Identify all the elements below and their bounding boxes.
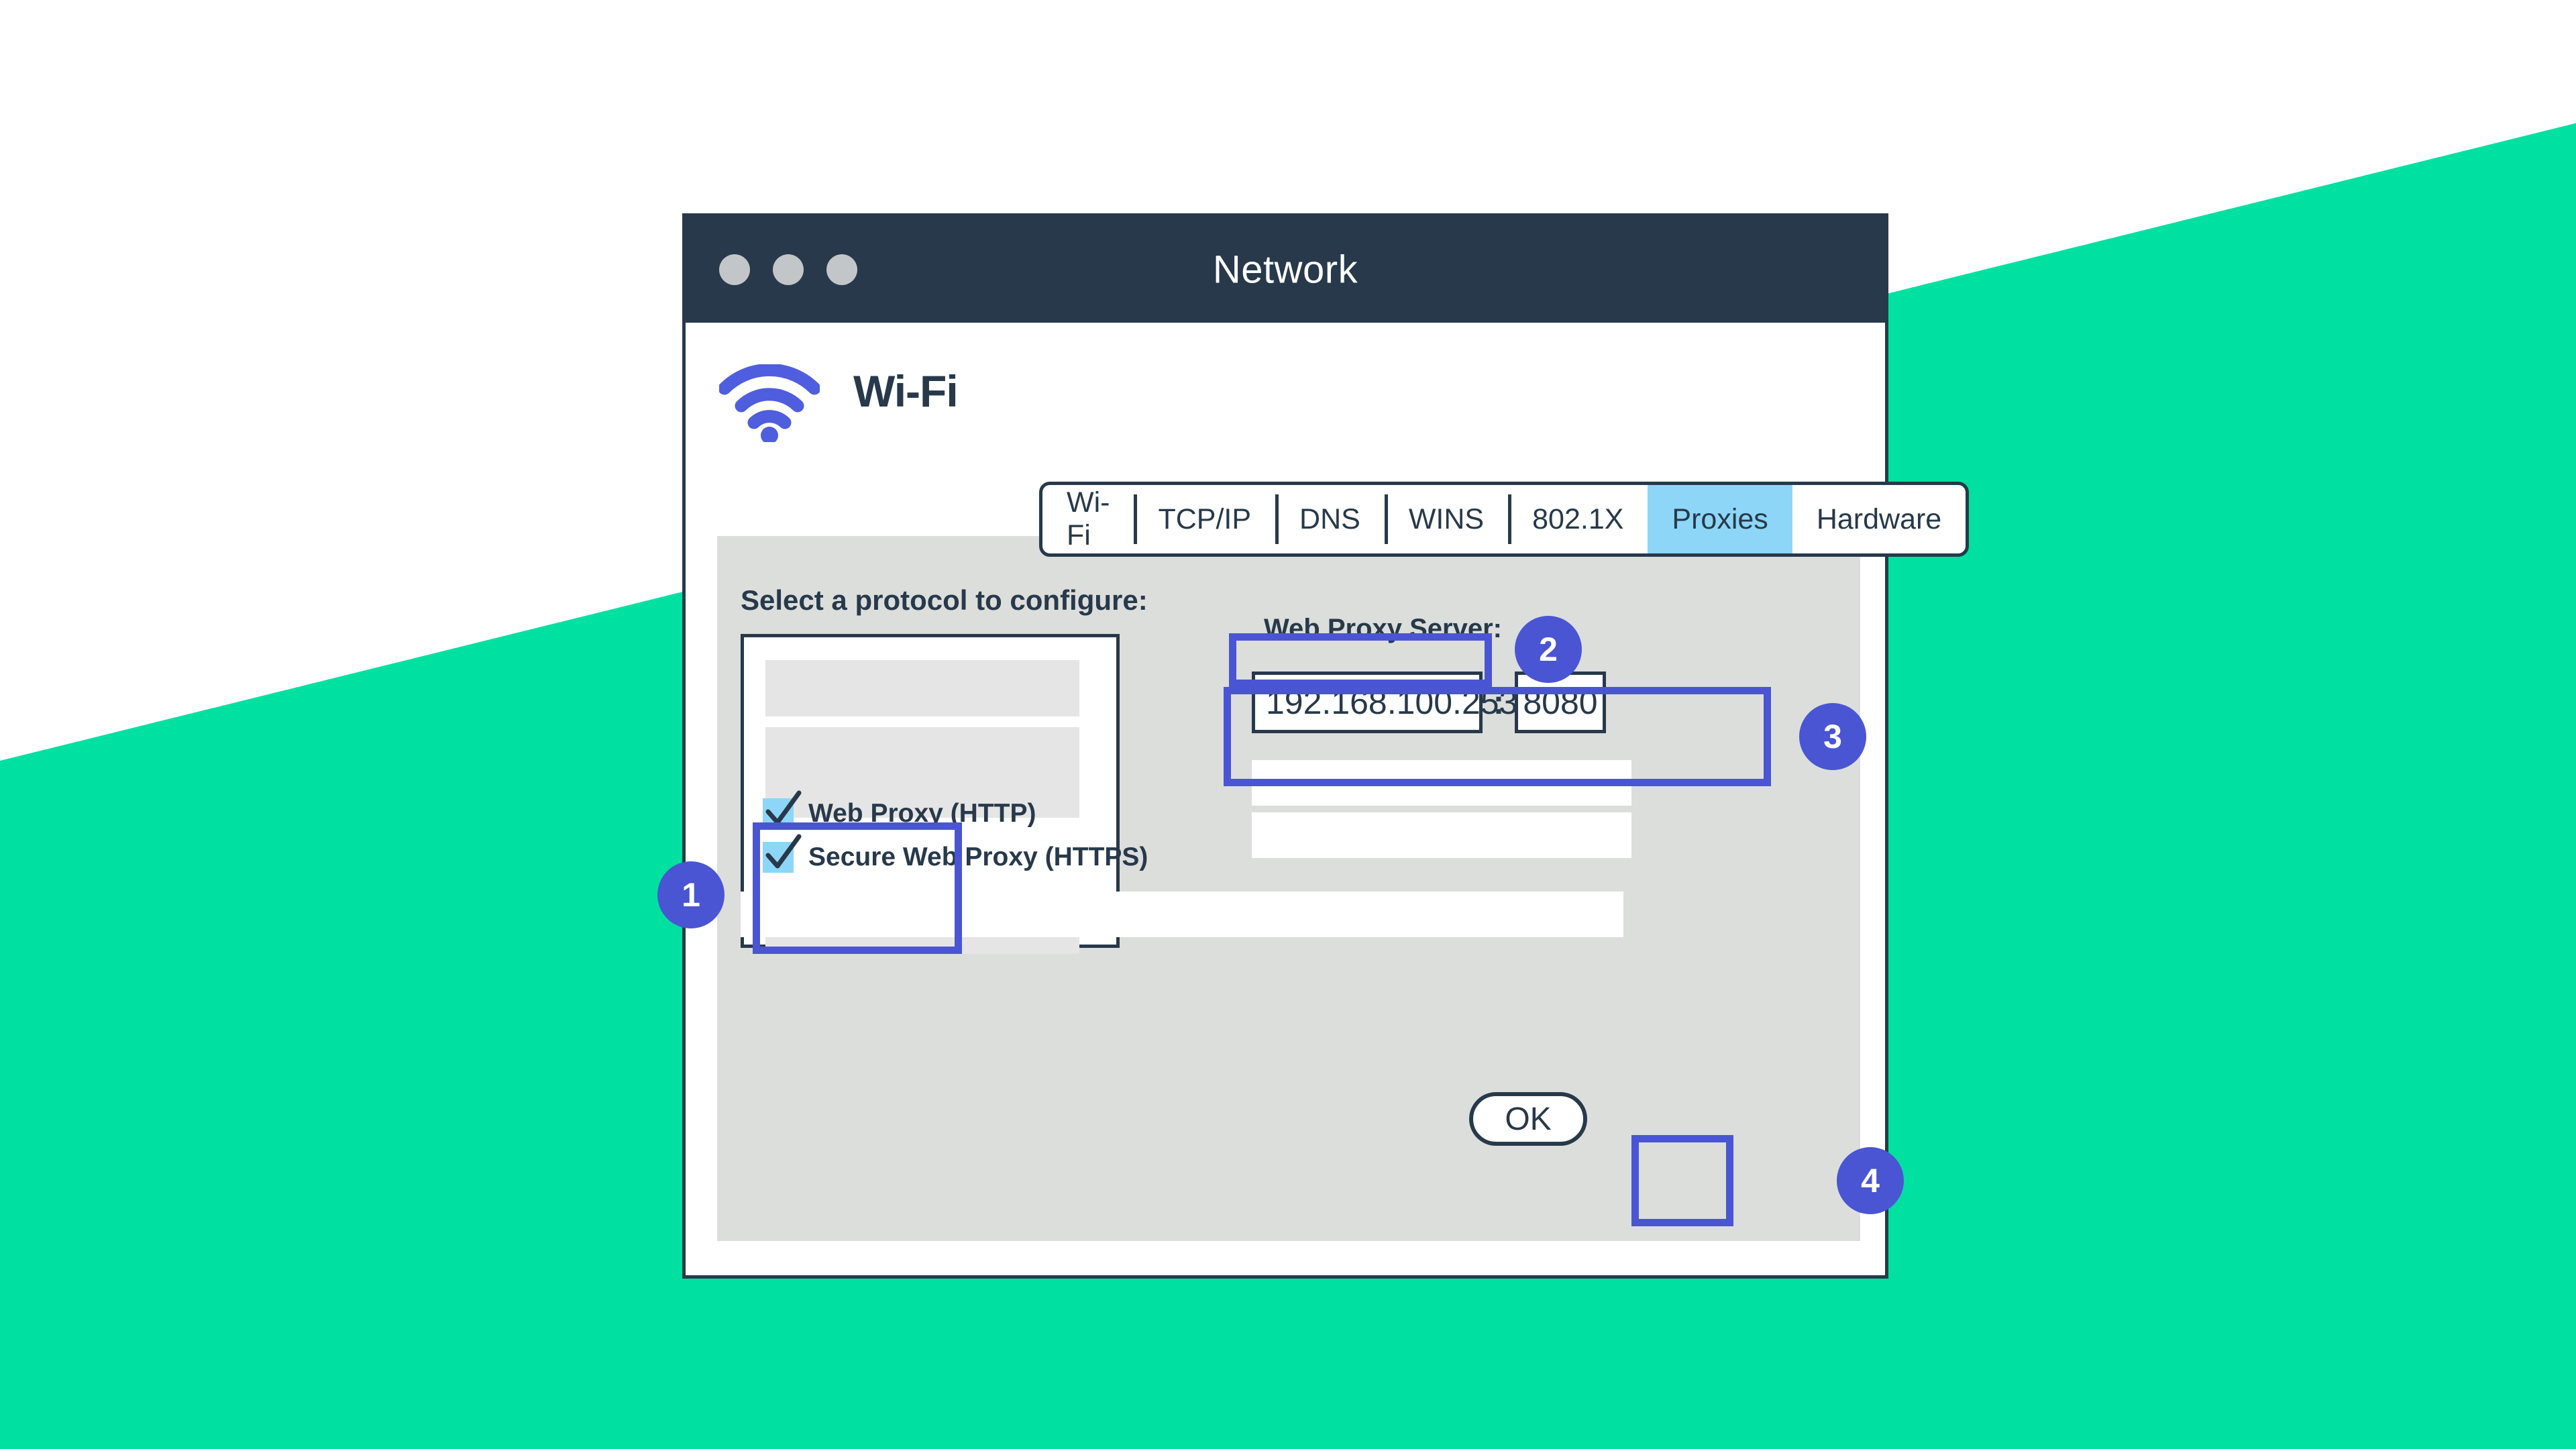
blank-field-password[interactable] [1252,812,1631,858]
checkbox-web-proxy-http[interactable]: Web Proxy (HTTP) [763,790,1036,829]
checkbox-checked-icon[interactable] [763,834,802,873]
proxies-settings-panel: Wi-Fi TCP/IP DNS WINS 802.1X Proxies Har… [717,482,1970,1241]
tab-8021x[interactable]: 802.1X [1508,485,1648,553]
tab-tcpip[interactable]: TCP/IP [1134,485,1275,553]
wifi-icon [719,364,820,442]
blank-field-username[interactable] [1252,760,1631,806]
tab-hardware[interactable]: Hardware [1792,485,1966,553]
ok-button-wrap[interactable]: OK [1469,1092,1587,1146]
wifi-label: Wi-Fi [853,366,959,416]
callout-badge-3: 3 [1799,703,1866,770]
checkbox-label-web-proxy-http: Web Proxy (HTTP) [808,799,1036,828]
web-proxy-server-label-wrap: Web Proxy Server: [1252,602,1503,655]
window-title: Network [1212,248,1358,292]
checkbox-secure-web-proxy-https[interactable]: Secure Web Proxy (HTTPS) [763,834,1148,873]
proxy-host-input[interactable]: 192.168.100.253 [1252,672,1517,733]
proxy-host-value: 192.168.100.253 [1266,684,1518,721]
settings-tabbar[interactable]: Wi-Fi TCP/IP DNS WINS 802.1X Proxies Har… [1039,482,1970,557]
window-titlebar: Network [686,217,1885,323]
tab-proxies[interactable]: Proxies [1648,485,1792,553]
callout-badge-2: 2 [1515,616,1582,683]
protocol-placeholder-row [765,660,1079,716]
tab-wifi[interactable]: Wi-Fi [1042,485,1134,553]
host-port-separator: : [1493,684,1505,721]
network-settings-window: Network Wi-Fi Wi-Fi TCP/IP DNS WINS 802.… [682,213,1970,1279]
proxy-port-input[interactable]: 8080 [1515,672,1606,733]
checkbox-checked-icon[interactable] [763,790,802,829]
blank-field-exceptions[interactable] [741,892,1623,937]
callout-badge-4: 4 [1837,1147,1904,1214]
callout-badge-1: 1 [657,861,724,928]
ok-button[interactable]: OK [1469,1092,1587,1146]
select-protocol-label: Select a protocol to configure: [741,584,1148,616]
checkbox-label-secure-web-proxy-https: Secure Web Proxy (HTTPS) [808,843,1148,871]
web-proxy-server-label: Web Proxy Server: [1264,613,1502,643]
tab-wins[interactable]: WINS [1384,485,1508,553]
tab-dns[interactable]: DNS [1275,485,1385,553]
